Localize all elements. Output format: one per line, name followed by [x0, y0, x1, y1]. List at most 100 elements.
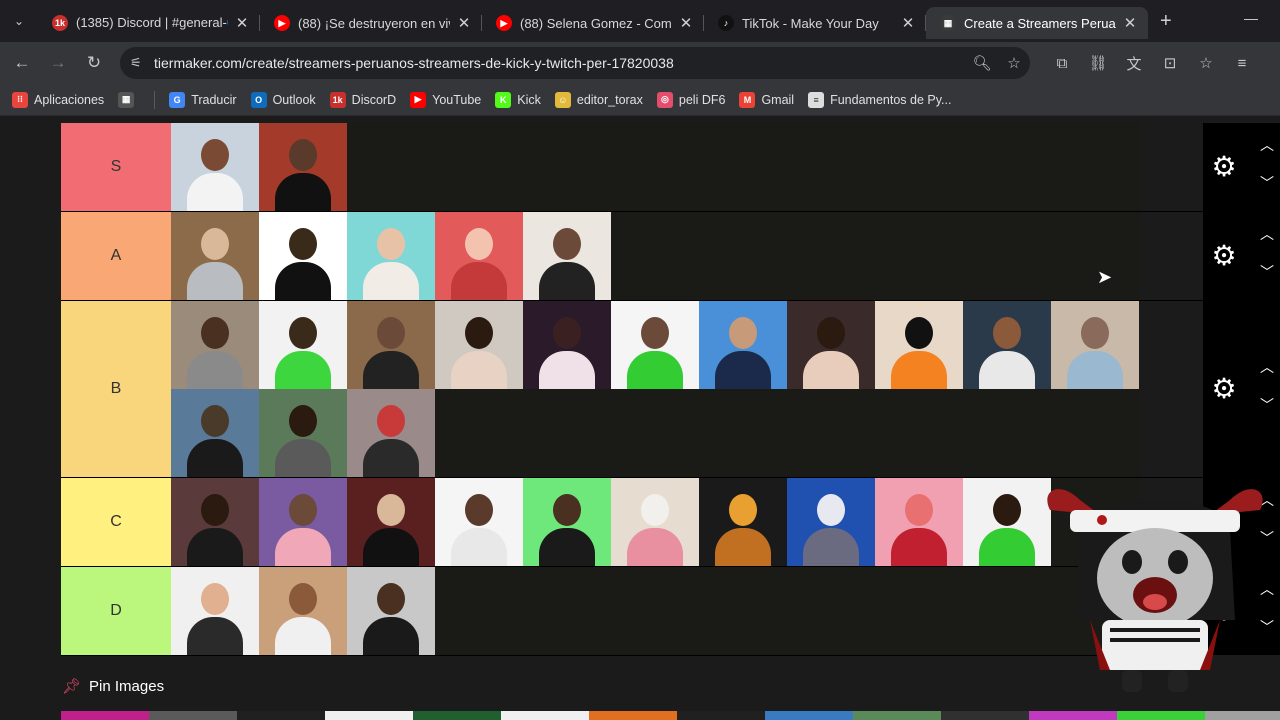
browser-tab[interactable]: ▶ (88) ¡Se destruyeron en vivo! ✕ [260, 7, 482, 39]
pool-image[interactable] [149, 711, 237, 720]
tier-item-image[interactable] [435, 212, 523, 300]
bookmark-item[interactable]: K Kick [495, 91, 541, 108]
pool-image[interactable] [941, 711, 1029, 720]
bookmark-item[interactable]: ☺ editor_torax [554, 91, 643, 108]
browser-tab[interactable]: ♪ TikTok - Make Your Day ✕ [704, 7, 926, 39]
gear-icon[interactable]: ⚙ [1209, 152, 1239, 182]
tab-close-icon[interactable]: ✕ [456, 14, 472, 32]
tier-item-image[interactable] [699, 301, 787, 389]
chevron-up-icon[interactable]: ︿ [1257, 135, 1277, 155]
pool-image[interactable] [61, 711, 149, 720]
tier-item-image[interactable] [611, 478, 699, 566]
url-text[interactable]: tiermaker.com/create/streamers-peruanos-… [154, 55, 966, 71]
forward-arrow-icon[interactable]: → [40, 53, 76, 73]
tier-item-image[interactable] [171, 567, 259, 655]
pool-image[interactable] [589, 711, 677, 720]
tier-item-image[interactable] [699, 478, 787, 566]
tier-item-image[interactable] [1051, 301, 1139, 389]
chevron-down-icon[interactable]: ﹀ [1257, 173, 1277, 193]
minimize-icon[interactable]: — [1244, 10, 1258, 26]
tier-item-image[interactable] [523, 301, 611, 389]
link-icon[interactable]: ⛓ [1080, 54, 1116, 72]
tier-item-image[interactable] [435, 301, 523, 389]
pool-image[interactable] [237, 711, 325, 720]
zoom-icon[interactable]: 🔍︎ [966, 54, 998, 72]
tier-item-image[interactable] [435, 478, 523, 566]
pool-image[interactable] [501, 711, 589, 720]
bookmark-item[interactable]: 1k DiscorD [329, 91, 396, 108]
tier-item-image[interactable] [171, 123, 259, 211]
tab-close-icon[interactable]: ✕ [234, 14, 250, 32]
tier-item-image[interactable] [347, 301, 435, 389]
bookmark-star-icon[interactable]: ☆ [998, 54, 1030, 72]
tier-item-image[interactable] [523, 478, 611, 566]
tier-item-image[interactable] [347, 567, 435, 655]
gear-icon[interactable]: ⚙ [1209, 241, 1239, 271]
tier-label[interactable]: B [61, 301, 171, 477]
tier-item-image[interactable] [611, 301, 699, 389]
pool-image[interactable] [853, 711, 941, 720]
tab-search-chevron-icon[interactable]: ⌄ [6, 8, 32, 34]
reading-list-star-icon[interactable]: ☆ [1188, 54, 1224, 72]
tier-item-image[interactable] [171, 301, 259, 389]
reload-icon[interactable]: ↻ [76, 53, 112, 73]
pool-image[interactable] [325, 711, 413, 720]
tier-label[interactable]: A [61, 212, 171, 300]
pin-images-heading[interactable]: 📌︎ Pin Images [62, 677, 164, 696]
extensions-puzzle-icon[interactable]: ⧉ [1044, 55, 1080, 72]
tab-close-icon[interactable]: ✕ [678, 14, 694, 32]
translate-icon[interactable]: 文 [1116, 53, 1152, 74]
pool-image[interactable] [1117, 711, 1205, 720]
tier-item-image[interactable] [875, 478, 963, 566]
bookmark-item[interactable]: M Gmail [739, 91, 794, 108]
screenshot-icon[interactable]: ⊡ [1152, 54, 1188, 72]
bookmark-item[interactable]: ▦ [118, 91, 140, 108]
gear-icon[interactable]: ⚙ [1209, 374, 1239, 404]
bookmark-item[interactable]: ≡ Fundamentos de Py... [808, 91, 951, 108]
bookmark-item[interactable]: ⁝⁝ Aplicaciones [12, 91, 104, 108]
browser-tab[interactable]: ▦ Create a Streamers Peruanos ✕ [926, 7, 1148, 39]
tier-item-image[interactable] [787, 478, 875, 566]
tab-close-icon[interactable]: ✕ [1122, 14, 1138, 32]
tier-item-image[interactable] [171, 478, 259, 566]
browser-tab[interactable]: ▶ (88) Selena Gomez - Come & Get ✕ [482, 7, 704, 39]
chevron-up-icon[interactable]: ︿ [1257, 357, 1277, 377]
pool-image[interactable] [765, 711, 853, 720]
tier-item-image[interactable] [259, 478, 347, 566]
tier-item-image[interactable] [875, 301, 963, 389]
chevron-up-icon[interactable]: ︿ [1257, 224, 1277, 244]
menu-icon[interactable]: ≡ [1224, 55, 1260, 72]
tier-label[interactable]: S [61, 123, 171, 211]
pool-image[interactable] [677, 711, 765, 720]
site-settings-icon[interactable]: ⚟ [130, 55, 154, 71]
chevron-down-icon[interactable]: ﹀ [1257, 262, 1277, 282]
chevron-down-icon[interactable]: ﹀ [1257, 395, 1277, 415]
tier-item-image[interactable] [787, 301, 875, 389]
bookmark-item[interactable]: O Outlook [250, 91, 316, 108]
tier-item-image[interactable] [523, 212, 611, 300]
tier-item-image[interactable] [963, 301, 1051, 389]
tier-item-image[interactable] [259, 301, 347, 389]
tier-item-image[interactable] [347, 478, 435, 566]
tier-item-image[interactable] [259, 389, 347, 477]
pool-image[interactable] [1205, 711, 1280, 720]
bookmark-item[interactable]: G Traducir [169, 91, 237, 108]
browser-tab[interactable]: 1k (1385) Discord | #general-🌍 ✕ [38, 7, 260, 39]
tier-item-image[interactable] [171, 389, 259, 477]
bookmark-item[interactable]: ▶ YouTube [410, 91, 481, 108]
tier-item-image[interactable] [259, 567, 347, 655]
pool-image[interactable] [1029, 711, 1117, 720]
tab-close-icon[interactable]: ✕ [900, 14, 916, 32]
bookmark-item[interactable]: ◎ peli DF6 [656, 91, 725, 108]
pool-image[interactable] [413, 711, 501, 720]
tier-item-image[interactable] [259, 212, 347, 300]
tier-item-image[interactable] [963, 478, 1051, 566]
address-bar[interactable]: ⚟ tiermaker.com/create/streamers-peruano… [120, 47, 1030, 79]
tier-item-image[interactable] [347, 389, 435, 477]
tier-item-image[interactable] [171, 212, 259, 300]
back-arrow-icon[interactable]: ← [4, 53, 40, 73]
tier-item-image[interactable] [259, 123, 347, 211]
tier-label[interactable]: D [61, 567, 171, 655]
tier-item-image[interactable] [347, 212, 435, 300]
new-tab-button[interactable]: + [1160, 10, 1172, 33]
